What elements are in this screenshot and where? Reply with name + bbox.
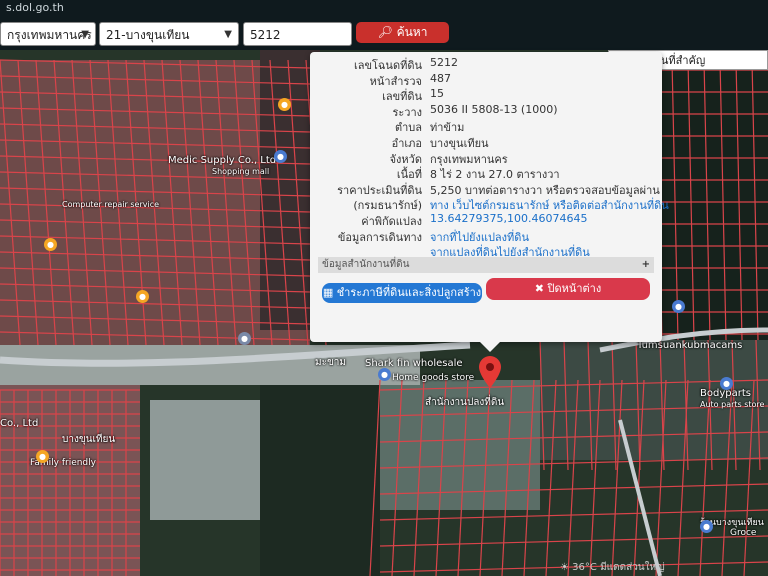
store-icon[interactable]: ● [700,520,713,533]
popup-pointer [478,340,502,352]
map-label: Shopping mall [212,167,270,176]
chevron-down-icon: ▼ [81,29,89,40]
info-value: 5212 [430,56,458,69]
map-label: บางขุนเทียน [62,434,116,445]
map-label: Shark fin wholesale [365,358,463,369]
parcel-number-input[interactable]: 5212 [243,22,352,46]
close-icon: ✖ [534,282,548,295]
pay-tax-label: ชำระภาษีที่ดินและสิ่งปลูกสร้าง [336,286,482,299]
map-label: มะขาม [315,357,347,368]
pay-tax-button[interactable]: ▦ ชำระภาษีที่ดินและสิ่งปลูกสร้าง [322,283,482,303]
weather-desc: มีแดดส่วนใหญ่ [600,562,665,573]
poi-marker-icon[interactable]: ● [278,98,291,111]
chevron-down-icon: ▼ [224,29,232,40]
parcel-number-value: 5212 [250,28,281,42]
poi-marker-icon[interactable]: ● [136,290,149,303]
map-label: Computer repair service [62,200,160,209]
info-value: 15 [430,87,444,101]
store-icon[interactable]: ● [720,377,733,390]
province-select[interactable]: กรุงเทพมหานคร ▼ [0,22,96,46]
document-icon: ▦ [322,286,337,299]
province-value: กรุงเทพมหานคร [7,28,92,42]
store-icon[interactable]: ● [378,368,391,381]
poi-marker-icon[interactable]: ● [238,332,251,345]
shopping-icon[interactable]: ● [274,150,287,163]
district-value: 21-บางขุนเทียน [106,28,190,42]
taskbar: ☀ 36°C มีแดดส่วนใหญ่ [560,560,768,576]
close-popup-button[interactable]: ✖ ปิดหน้าต่าง [486,278,650,300]
office-info-section[interactable]: ข้อมูลสำนักงานที่ดิน + [318,257,654,273]
browser-url-bar[interactable]: s.dol.go.th [0,0,768,18]
office-info-label: ข้อมูลสำนักงานที่ดิน [322,259,410,270]
weather-temp: 36°C [572,562,597,573]
poi-marker-icon[interactable]: ● [36,450,49,463]
search-button-label: ค้นหา [396,25,428,39]
map-label: Auto parts store [700,400,765,409]
search-icon: 🔎︎ [377,25,393,39]
info-value[interactable]: 13.64279375,100.46074645 [430,212,587,225]
store-icon[interactable]: ● [672,300,685,313]
weather-icon: ☀ [560,562,573,573]
info-value: 487 [430,71,451,85]
map-pin-icon[interactable] [477,355,503,389]
url-text: s.dol.go.th [6,1,64,14]
parcel-info-popup: เลขโฉนดที่ดิน 5212 หน้าสำรวจ 487 เลขที่ดิน 15… [310,52,669,352]
info-value: 5036 II 5808-13 (1000) [430,102,558,116]
map-label: สำนักงานปลงที่ดิน [425,397,505,408]
district-select[interactable]: 21-บางขุนเทียน ▼ [99,22,239,46]
expand-icon[interactable]: + [642,257,650,273]
map-label: Home goods store [392,373,475,383]
map-label: Groce [730,528,757,538]
search-button[interactable]: 🔎︎ ค้นหา [356,22,449,43]
map-label: Medic Supply Co., Ltd [168,155,277,166]
map-label: Co., Ltd [0,418,39,429]
poi-marker-icon[interactable]: ● [44,238,57,251]
close-popup-label: ปิดหน้าต่าง [547,282,602,295]
